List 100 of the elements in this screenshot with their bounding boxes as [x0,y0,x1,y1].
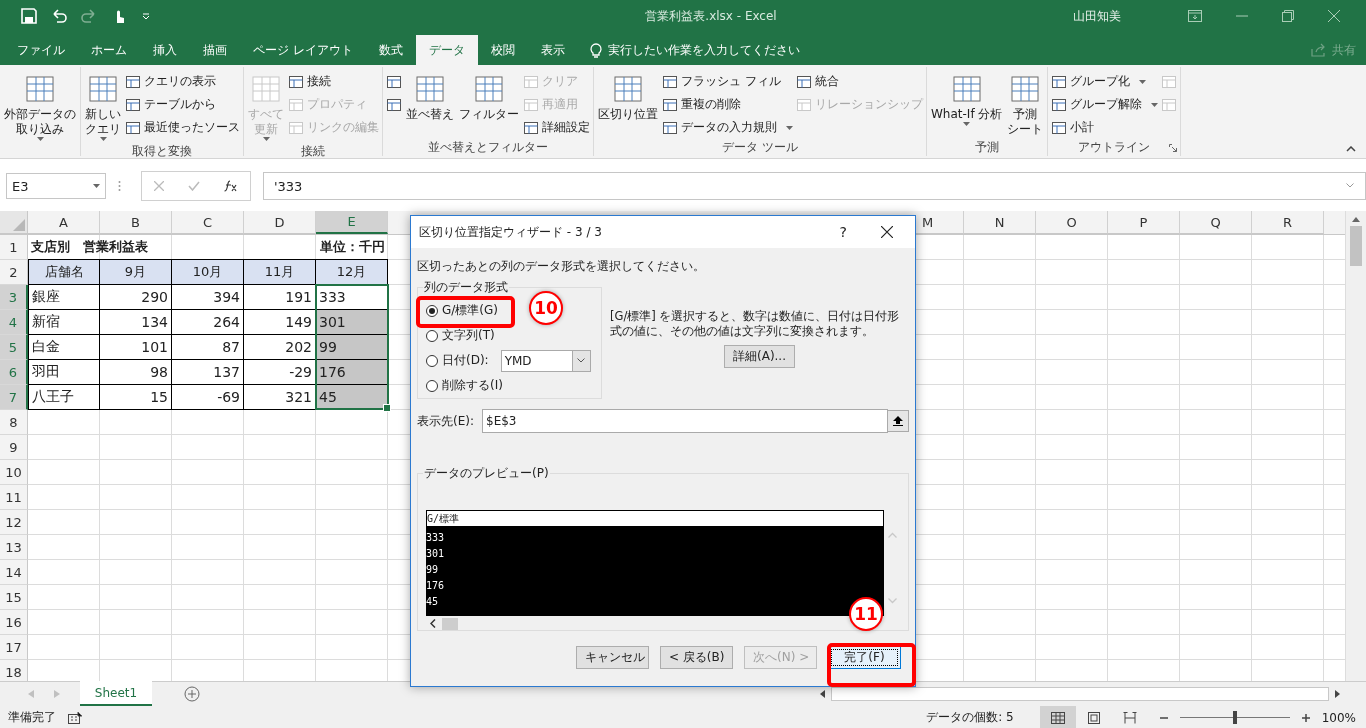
ribbon-button[interactable]: 統合 [796,71,923,92]
row-header[interactable]: 17 [0,635,28,660]
ribbon-button[interactable]: 区切り位置 [597,71,659,124]
ribbon-button[interactable]: 重複の削除 [662,94,793,115]
column-header[interactable]: E [316,211,388,234]
tell-me-field[interactable]: 実行したい作業を入力してください [607,41,800,59]
table-cell: 191 [244,285,316,310]
row-header[interactable]: 18 [0,660,28,681]
row-header[interactable]: 14 [0,560,28,585]
row-header[interactable]: 2 [0,260,28,285]
ribbon-button[interactable]: クエリの表示 [125,71,240,92]
zoom-slider[interactable] [1232,711,1237,724]
row-header[interactable]: 9 [0,435,28,460]
scroll-up-icon[interactable] [1352,217,1360,222]
dialog-button[interactable]: < 戻る(B) [660,646,733,669]
restore-icon[interactable] [1282,10,1294,22]
ribbon-button[interactable]: 詳細設定 [523,117,590,138]
collapse-dialog-button[interactable] [887,410,909,432]
dialog-button[interactable]: キャンセル [576,646,649,669]
row-header[interactable]: 7 [0,385,28,410]
column-header[interactable]: R [1252,211,1324,234]
ribbon-tab[interactable]: 表示 [527,35,578,65]
row-header[interactable]: 13 [0,535,28,560]
destination-field[interactable]: $E$3 [482,409,888,433]
scrollbar-thumb[interactable] [442,617,458,630]
ribbon-button[interactable]: テーブルから [125,94,240,115]
row-header[interactable]: 3 [0,285,28,310]
zoom-level[interactable]: 100% [1321,710,1356,725]
redo-icon[interactable] [81,8,97,24]
ribbon-button[interactable]: 予測 シート [1006,71,1045,139]
column-header[interactable]: A [28,211,100,234]
scrollbar-thumb[interactable] [831,687,1329,701]
check-icon[interactable] [188,181,200,191]
ribbon-button[interactable]: What-If 分析 [930,71,1004,128]
zoom-in-icon[interactable] [1301,713,1310,722]
column-header[interactable]: B [100,211,172,234]
row-header[interactable]: 5 [0,335,28,360]
customize-icon[interactable] [141,11,151,21]
ribbon-tab[interactable]: ページ レイアウト [240,35,366,65]
add-sheet-icon[interactable] [184,686,200,702]
ribbon-button[interactable]: 外部データの 取り込み [3,71,77,143]
function-icon[interactable] [224,180,238,192]
radio-option[interactable]: G/標準(G) [426,302,498,319]
row-header[interactable]: 4 [0,310,28,335]
ribbon-button[interactable]: フラッシュ フィル [662,71,793,92]
save-icon[interactable] [21,8,37,24]
ribbon-tab[interactable]: 描画 [190,35,240,65]
date-format-dropdown[interactable]: YMD [500,349,591,372]
row-header[interactable]: 11 [0,485,28,510]
table-icon [288,73,304,90]
dialog-launcher-icon[interactable] [1169,144,1178,152]
ribbon-button[interactable]: データの入力規則 [662,117,793,138]
ribbon-button[interactable]: グループ解除 [1051,94,1159,115]
destination-label: 表示先(E): [417,412,474,430]
help-button[interactable]: ? [839,224,847,240]
column-header[interactable]: P [1108,211,1180,234]
ribbon-tab[interactable]: 校閲 [477,35,528,65]
formula-field[interactable]: '333 [263,172,1366,200]
collapse-ribbon-icon[interactable] [1346,146,1356,152]
row-header[interactable]: 6 [0,360,28,385]
ribbon-display-icon[interactable] [1188,10,1202,22]
scroll-left-icon[interactable] [430,619,436,628]
undo-icon[interactable] [51,8,67,24]
advanced-button[interactable]: 詳細(A)... [724,345,795,368]
ribbon-button[interactable]: 新しい クエリ [84,71,122,143]
row-header[interactable]: 8 [0,410,28,435]
scroll-left-icon[interactable] [820,690,825,698]
ribbon-button[interactable]: フィルター [458,71,520,124]
ribbon-button[interactable]: グループ化 [1051,71,1159,92]
expand-icon[interactable] [1346,183,1354,188]
column-header[interactable]: C [172,211,244,234]
column-header[interactable]: O [1036,211,1108,234]
ribbon-button[interactable]: 小計 [1051,117,1159,138]
ribbon-tab[interactable]: データ [415,35,478,65]
normal-view-button[interactable] [1039,706,1076,728]
row-header[interactable]: 16 [0,610,28,635]
caret-icon[interactable] [93,184,100,188]
column-header[interactable]: D [244,211,316,234]
scrollbar-thumb[interactable] [1350,226,1362,266]
row-header[interactable]: 15 [0,585,28,610]
radio-option[interactable]: 日付(D): [426,352,489,369]
column-header[interactable]: N [964,211,1036,234]
ribbon-button[interactable]: 接続 [288,71,379,92]
radio-option[interactable]: 文字列(T) [426,327,495,344]
ribbon-tab[interactable]: 挿入 [140,35,190,65]
name-box[interactable]: E3 [6,173,106,199]
row-header[interactable]: 1 [0,235,28,260]
scroll-right-icon[interactable] [1335,690,1340,698]
ribbon-button[interactable]: 最近使ったソース [125,117,240,138]
ribbon-tab[interactable]: ホーム [78,35,140,65]
row-header[interactable]: 12 [0,510,28,535]
ribbon-tab[interactable]: ファイル [4,35,78,65]
row-header[interactable]: 10 [0,460,28,485]
ribbon-button[interactable]: 並べ替え [405,71,455,124]
column-header[interactable]: Q [1180,211,1252,234]
radio-option[interactable]: 削除する(I) [426,377,503,394]
ribbon-tab[interactable]: 数式 [365,35,416,65]
sheet-tab[interactable]: Sheet1 [80,681,152,706]
close-icon[interactable] [881,226,893,238]
user-name[interactable]: 山田知美 [1073,7,1121,25]
